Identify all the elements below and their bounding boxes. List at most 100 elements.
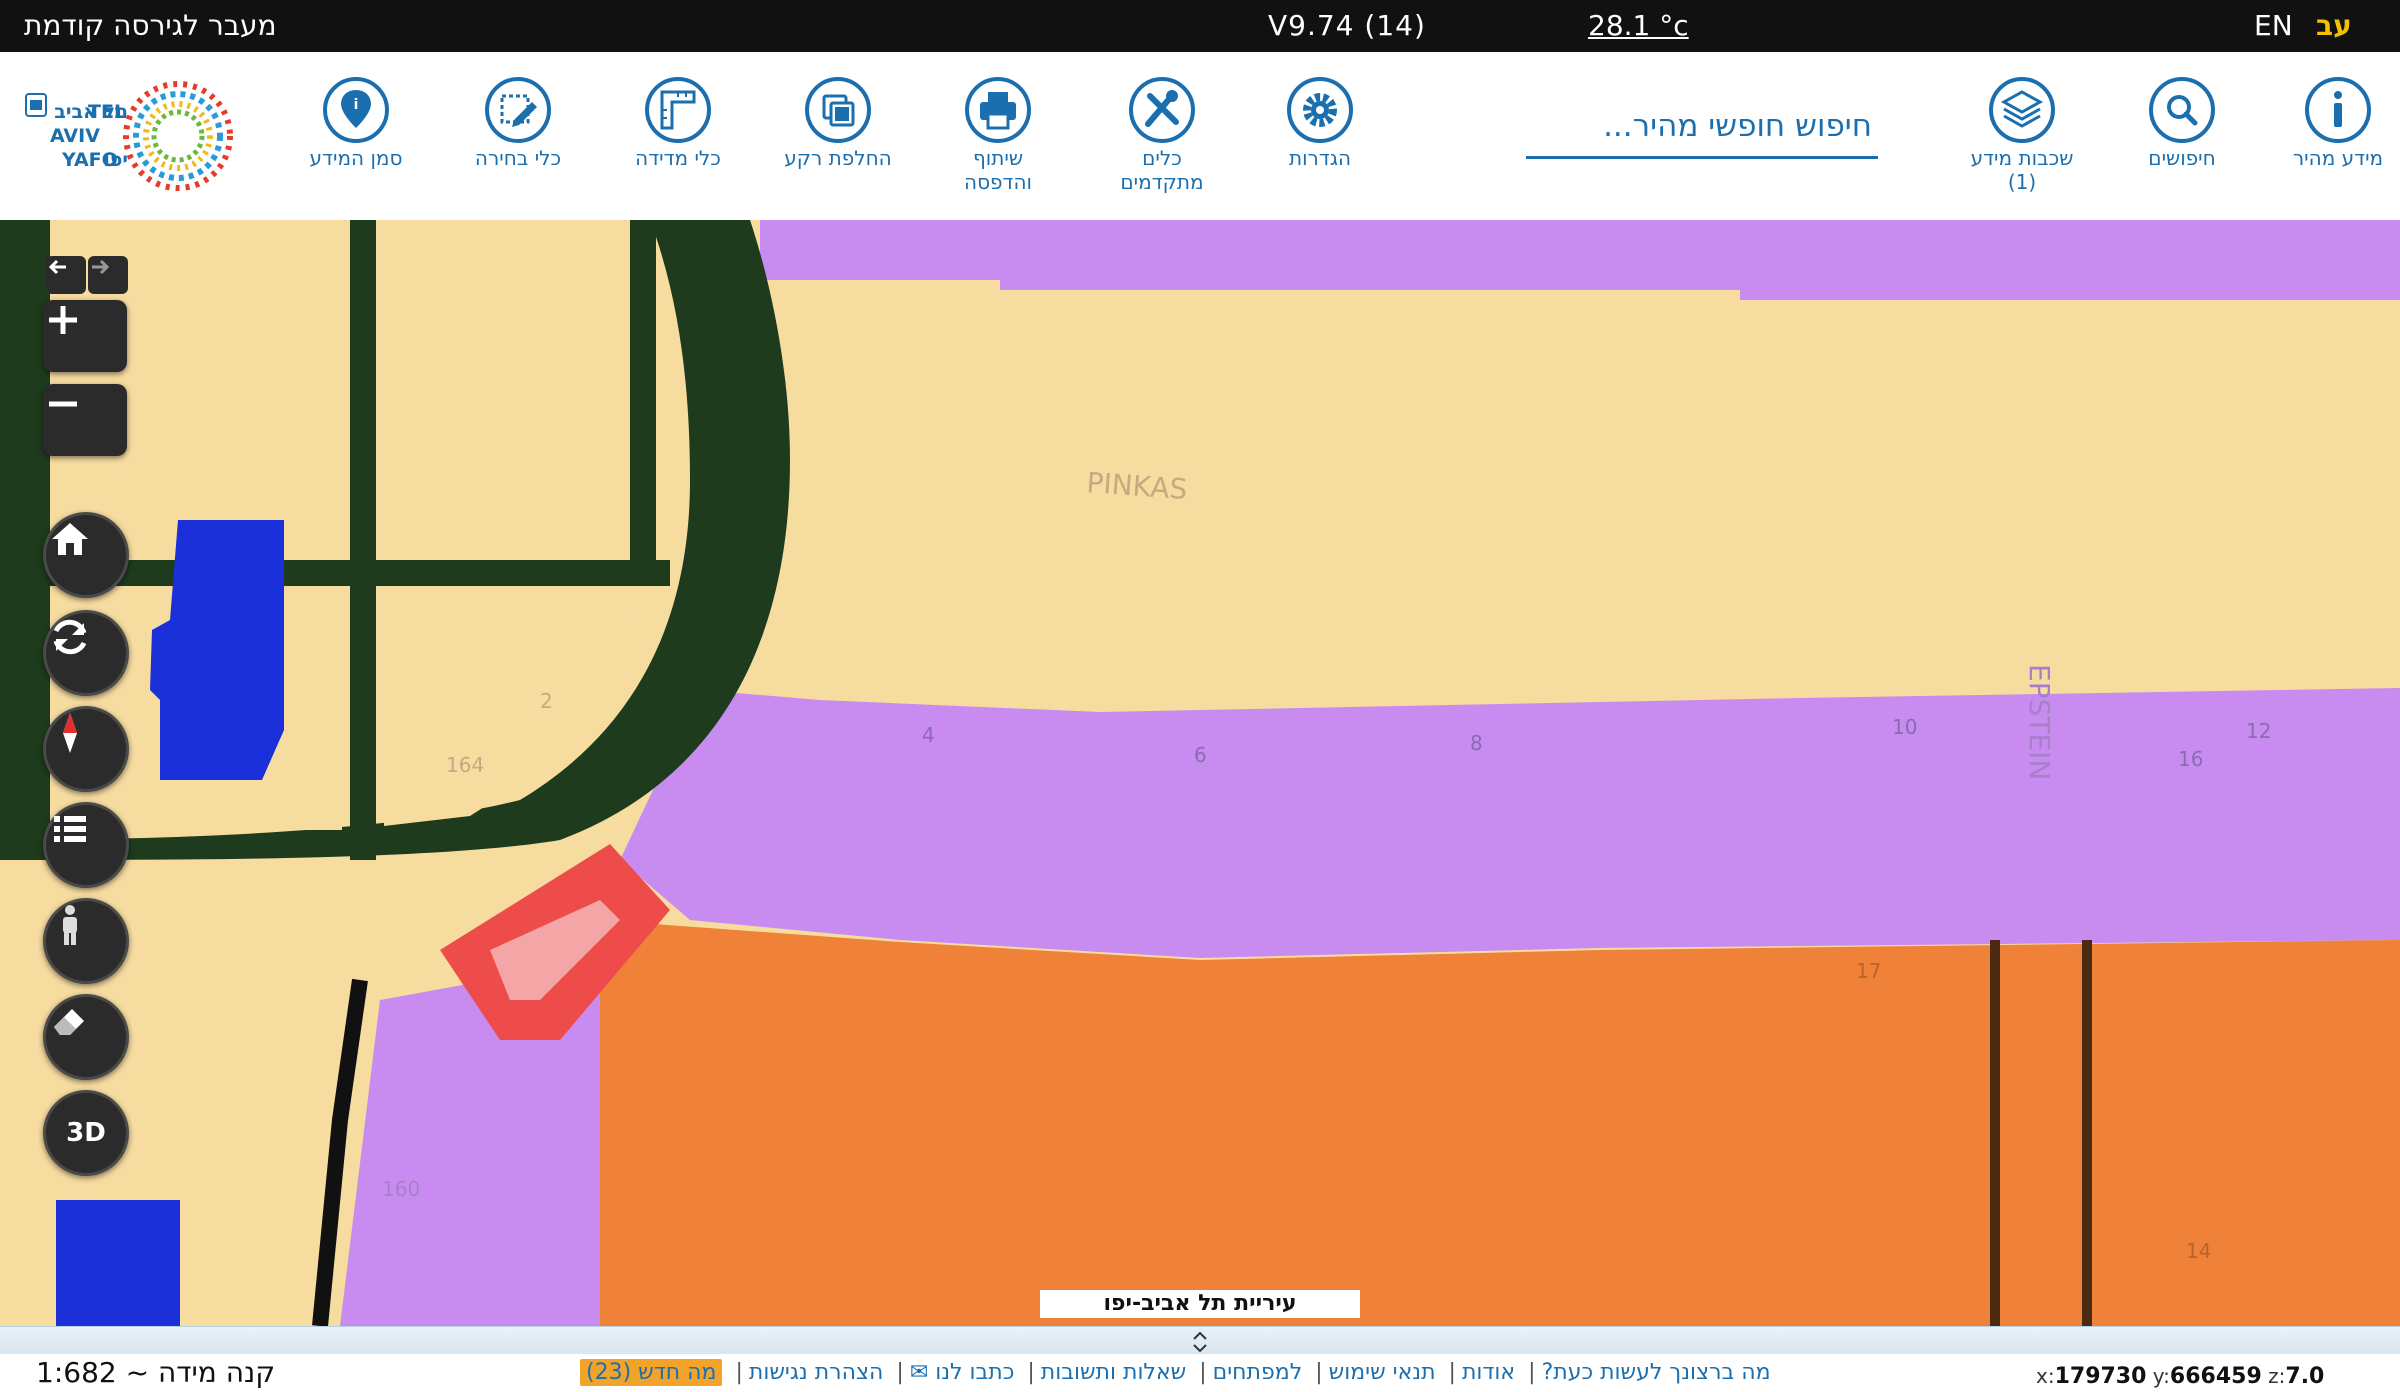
searches-button[interactable]: חיפושים bbox=[2102, 76, 2262, 170]
coord-z-label: z: bbox=[2268, 1364, 2286, 1388]
water-feature bbox=[56, 1200, 180, 1326]
select-pencil-icon bbox=[485, 77, 551, 143]
basemap-switch-label: החלפת רקע bbox=[784, 146, 892, 170]
parcel-number: 14 bbox=[2186, 1239, 2211, 1263]
parcel-number: 16 bbox=[2178, 747, 2203, 771]
language-en-button[interactable]: EN bbox=[2254, 6, 2293, 46]
logo-burst-icon bbox=[123, 81, 233, 191]
eraser-icon bbox=[54, 1009, 84, 1035]
3d-view-label: 3D bbox=[66, 1118, 106, 1148]
version-label: V9.74 (14) bbox=[1268, 9, 1426, 42]
park-path bbox=[630, 220, 656, 560]
compass-button[interactable] bbox=[43, 706, 129, 792]
footer-link-what-to-do[interactable]: מה ברצונך לעשות כעת? bbox=[1542, 1360, 1771, 1385]
refresh-button[interactable] bbox=[43, 610, 129, 696]
coord-z-value: 7.0 bbox=[2285, 1364, 2325, 1389]
coord-y-value: 666459 bbox=[2169, 1364, 2262, 1389]
info-icon bbox=[2305, 77, 2371, 143]
park-path bbox=[350, 220, 376, 860]
search-icon bbox=[2149, 77, 2215, 143]
quick-info-button[interactable]: מידע מהיר bbox=[2258, 76, 2400, 170]
whats-new-badge[interactable]: מה חדש (23) bbox=[580, 1359, 723, 1386]
street-label-epstein: EPSTEIN bbox=[2023, 664, 2056, 780]
splitter-handle-icon bbox=[1193, 1331, 1207, 1353]
parcel-number: 8 bbox=[1470, 731, 1483, 755]
coord-x-value: 179730 bbox=[2054, 1364, 2147, 1389]
main-toolbar: TEL תל אביב AVIV YAFO יפו i סמן המידע כל… bbox=[0, 52, 2400, 220]
logo-emblem-icon bbox=[25, 93, 47, 117]
tools-icon bbox=[1129, 77, 1195, 143]
map-pin-icon: i bbox=[323, 77, 389, 143]
logo-text-telaviv-he: תל אביב bbox=[54, 101, 128, 123]
coord-x-label: x: bbox=[2036, 1364, 2055, 1388]
footer-link-developers[interactable]: למפתחים bbox=[1213, 1360, 1303, 1385]
status-bar: קנה מידה ~ 1:682 מה ברצונך לעשות כעת?| א… bbox=[0, 1354, 2400, 1392]
share-print-label: שיתוף והדפסה bbox=[964, 146, 1032, 194]
city-logo[interactable]: TEL תל אביב AVIV YAFO יפו bbox=[20, 78, 250, 200]
parcel-line bbox=[1990, 940, 2000, 1326]
parcel-number: 6 bbox=[1194, 743, 1207, 767]
parcel-number: 164 bbox=[446, 753, 484, 777]
quick-search-input[interactable] bbox=[1526, 98, 1878, 154]
settings-button[interactable]: הגדרות bbox=[1240, 76, 1400, 170]
nav-forward-button[interactable] bbox=[88, 256, 128, 294]
commercial-zone bbox=[580, 920, 2400, 1326]
logo-text-yafo-he: יפו bbox=[103, 149, 128, 171]
3d-view-button[interactable]: 3D bbox=[43, 1090, 129, 1176]
parcel-number: 4 bbox=[922, 723, 935, 747]
top-bar: מעבר לגירסה קודמת V9.74 (14) 28.1 °c EN … bbox=[0, 0, 2400, 52]
selection-tool-label: כלי בחירה bbox=[474, 146, 562, 170]
language-he-button[interactable]: עב bbox=[2316, 6, 2352, 46]
parcel-number: 10 bbox=[1892, 715, 1917, 739]
share-print-button[interactable]: שיתוף והדפסה bbox=[918, 76, 1078, 194]
searches-label: חיפושים bbox=[2148, 146, 2216, 170]
footer-link-about[interactable]: אודות bbox=[1462, 1360, 1515, 1385]
parcel-number: 160 bbox=[382, 1177, 420, 1201]
arrow-left-icon bbox=[48, 259, 66, 275]
home-button[interactable] bbox=[43, 512, 129, 598]
minus-icon bbox=[49, 401, 77, 407]
advanced-tools-button[interactable]: כלים מתקדמים bbox=[1082, 76, 1242, 194]
map-attribution-label: עיריית תל אביב-יפו bbox=[1040, 1290, 1360, 1318]
quick-info-label: מידע מהיר bbox=[2292, 146, 2384, 170]
map-canvas[interactable]: PINKAS EPSTEIN 4 6 8 10 12 16 17 14 164 … bbox=[0, 220, 2400, 1326]
plus-icon bbox=[49, 306, 77, 334]
zoom-in-button[interactable] bbox=[43, 300, 127, 372]
coordinate-readout: x:179730 y:666459 z:7.0 bbox=[2036, 1364, 2324, 1389]
legend-button[interactable] bbox=[43, 802, 129, 888]
gear-icon bbox=[1287, 77, 1353, 143]
zoom-out-button[interactable] bbox=[43, 384, 127, 456]
info-layers-button[interactable]: שכבות מידע (1) bbox=[1942, 76, 2102, 194]
parcel-number: 12 bbox=[2246, 719, 2271, 743]
person-icon bbox=[63, 905, 77, 945]
parcel-number: 17 bbox=[1856, 959, 1881, 983]
settings-label: הגדרות bbox=[1288, 146, 1352, 170]
measure-tool-button[interactable]: כלי מדידה bbox=[598, 76, 758, 170]
list-icon bbox=[54, 816, 86, 842]
footer-link-accessibility[interactable]: הצהרת נגישות bbox=[749, 1360, 884, 1385]
street-view-button[interactable] bbox=[43, 898, 129, 984]
coord-y-label: y: bbox=[2152, 1364, 2170, 1388]
eraser-button[interactable] bbox=[43, 994, 129, 1080]
panel-splitter[interactable] bbox=[0, 1326, 2400, 1355]
previous-version-link[interactable]: מעבר לגירסה קודמת bbox=[24, 6, 277, 46]
advanced-tools-label: כלים מתקדמים bbox=[1120, 146, 1204, 194]
arrow-right-icon bbox=[92, 259, 110, 275]
info-marker-button[interactable]: i סמן המידע bbox=[276, 76, 436, 170]
map-scale-label: קנה מידה ~ 1:682 bbox=[36, 1356, 276, 1389]
nav-back-button[interactable] bbox=[46, 256, 86, 294]
plot bbox=[384, 240, 624, 560]
home-icon bbox=[52, 523, 88, 555]
selection-tool-button[interactable]: כלי בחירה bbox=[438, 76, 598, 170]
temperature-link[interactable]: 28.1 °c bbox=[1588, 6, 1689, 46]
ruler-icon bbox=[645, 77, 711, 143]
footer-link-contact[interactable]: כתבו לנו ✉ bbox=[910, 1360, 1015, 1385]
quick-search-box bbox=[1526, 98, 1878, 159]
basemap-switch-button[interactable]: החלפת רקע bbox=[758, 76, 918, 170]
svg-text:i: i bbox=[354, 97, 359, 113]
parcel-number: 2 bbox=[540, 689, 553, 713]
public-zone-top bbox=[760, 220, 2400, 300]
footer-link-faq[interactable]: שאלות ותשובות bbox=[1041, 1360, 1186, 1385]
parcel-line bbox=[2082, 940, 2092, 1326]
footer-link-terms[interactable]: תנאי שימוש bbox=[1329, 1360, 1436, 1385]
